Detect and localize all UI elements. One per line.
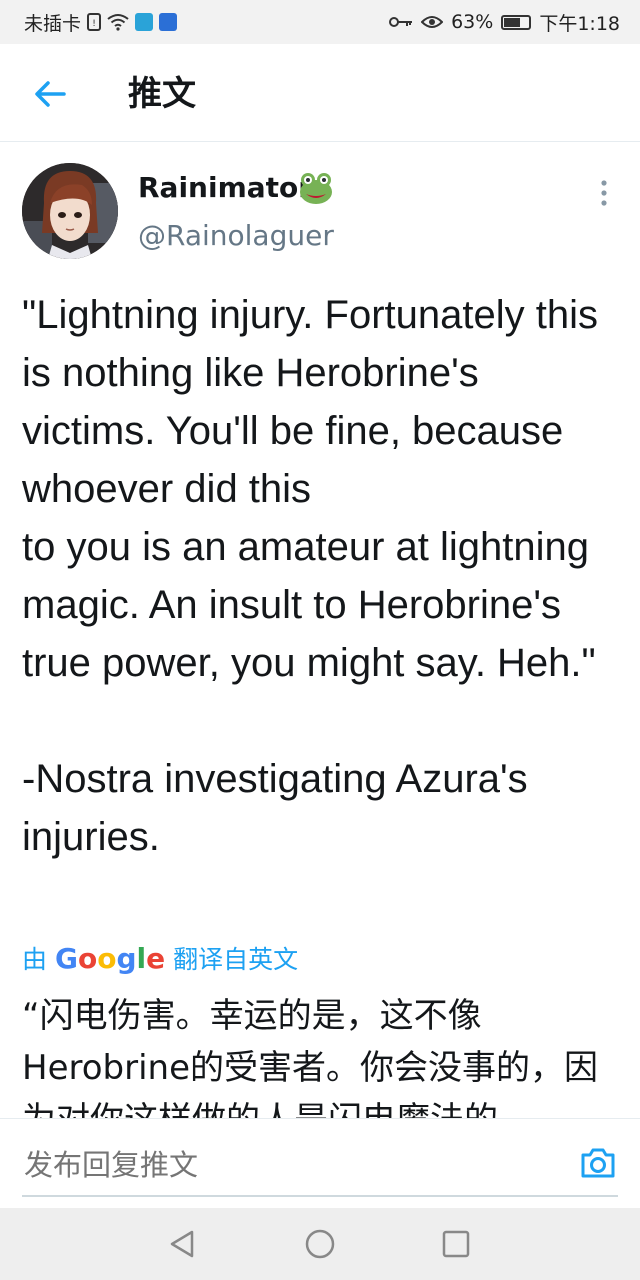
google-logo: Google (55, 941, 166, 975)
app-notification-icon (135, 13, 154, 31)
svg-text:!: ! (92, 19, 96, 29)
avatar[interactable] (22, 163, 118, 259)
translation-attribution[interactable]: 由 Google 翻译自英文 (22, 940, 298, 976)
more-vertical-icon[interactable] (590, 178, 618, 208)
reply-input-underline (22, 1195, 618, 1197)
translation-suffix-label: 翻译自英文 (173, 945, 299, 974)
eye-icon (421, 14, 444, 30)
key-icon (389, 15, 413, 29)
author-handle[interactable]: @Rainolaguer (138, 218, 334, 254)
system-nav-bar (0, 1208, 640, 1280)
translation-by-label: 由 (22, 945, 48, 974)
frog-emoji-icon (298, 170, 334, 206)
translated-text: “闪电伤害。幸运的是，这不像Herobrine的受害者。你会没事的，因为对你这样… (22, 996, 598, 1118)
top-app-bar: 推文 (0, 44, 640, 142)
battery-percent: 63% (451, 11, 494, 33)
nav-recents-icon[interactable] (440, 1228, 472, 1260)
reply-bar (0, 1118, 640, 1209)
page-title: 推文 (128, 74, 196, 114)
status-bar: 未插卡 ! 63% 下午1:18 (0, 0, 640, 44)
camera-icon[interactable] (578, 1143, 618, 1183)
clock: 下午1:18 (539, 12, 620, 35)
author-name[interactable]: Rainimator (138, 170, 312, 206)
tweet-text: "Lightning injury. Fortunately this is n… (22, 293, 598, 859)
sim-icon: ! (87, 13, 102, 31)
reply-input[interactable] (22, 1145, 456, 1187)
carrier-text: 未插卡 (24, 12, 82, 35)
back-arrow-icon[interactable] (28, 72, 72, 116)
wifi-icon (107, 13, 129, 31)
nav-back-icon[interactable] (166, 1228, 198, 1260)
battery-icon (501, 14, 532, 30)
app-notification-icon (159, 13, 178, 31)
nav-home-icon[interactable] (304, 1228, 336, 1260)
